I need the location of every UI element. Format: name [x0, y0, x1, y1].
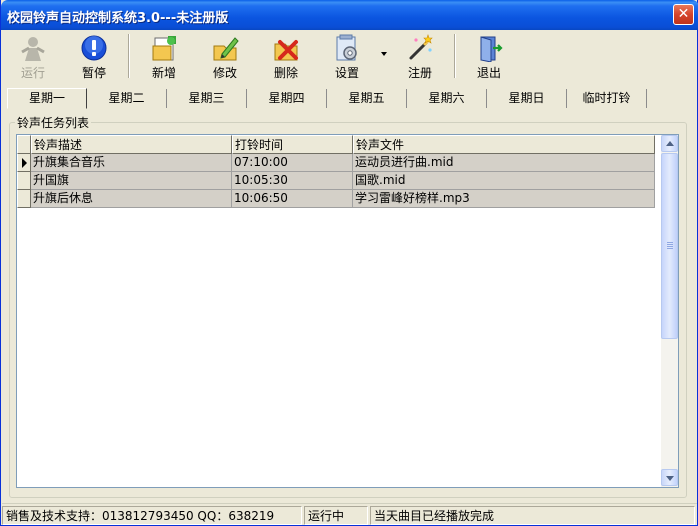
title-bar[interactable]: 校园铃声自动控制系统3.0---未注册版 ✕ [1, 0, 698, 30]
settings-button[interactable]: 设置 [319, 32, 375, 82]
exit-button[interactable]: 退出 [461, 32, 517, 82]
close-icon: ✕ [677, 6, 690, 22]
table-row[interactable]: 升旗集合音乐 07:10:00 运动员进行曲.mid [17, 154, 655, 172]
settings-dropdown-arrow-icon[interactable] [381, 52, 387, 56]
run-label: 运行 [20, 66, 45, 80]
toolbar: 运行 暂停 新增 修改 删除 设置 注册 退出 [2, 30, 697, 85]
window-title: 校园铃声自动控制系统3.0---未注册版 [7, 11, 229, 26]
pause-label: 暂停 [81, 66, 106, 80]
toolbar-separator [454, 34, 456, 78]
register-label: 注册 [407, 66, 432, 80]
cell-time[interactable]: 07:10:00 [232, 154, 353, 172]
weekday-tabs: 星期一 星期二 星期三 星期四 星期五 星期六 星期日 临时打铃 [7, 88, 697, 109]
chevron-up-icon [666, 141, 674, 146]
toolbar-separator [128, 34, 130, 78]
run-button[interactable]: 运行 [5, 32, 61, 82]
settings-label: 设置 [334, 66, 359, 80]
thumb-grip [667, 246, 673, 247]
tab-sunday[interactable]: 星期日 [487, 89, 567, 108]
tab-thursday[interactable]: 星期四 [247, 89, 327, 108]
register-button[interactable]: 注册 [392, 32, 448, 82]
tab-temporary-bell[interactable]: 临时打铃 [567, 89, 647, 108]
table-row[interactable]: 升旗后休息 10:06:50 学习雷峰好榜样.mp3 [17, 190, 655, 208]
tab-monday[interactable]: 星期一 [7, 88, 87, 109]
row-indicator [17, 190, 31, 208]
add-button[interactable]: 新增 [136, 32, 192, 82]
edit-icon [213, 37, 239, 61]
cell-file[interactable]: 国歌.mid [353, 172, 655, 190]
add-icon [152, 36, 176, 61]
settings-icon [336, 34, 357, 61]
scroll-thumb[interactable] [661, 153, 678, 339]
cell-description[interactable]: 升旗集合音乐 [31, 154, 232, 172]
tab-wednesday[interactable]: 星期三 [167, 89, 247, 108]
status-run-state: 运行中 [304, 506, 368, 525]
delete-button[interactable]: 删除 [258, 32, 314, 82]
status-support-info: 销售及技术支持：013812793450 QQ：638219 [2, 506, 302, 525]
tab-friday[interactable]: 星期五 [327, 89, 407, 108]
thumb-grip [667, 244, 673, 245]
row-indicator [17, 154, 31, 172]
column-header-file[interactable]: 铃声文件 [353, 135, 655, 154]
cell-file[interactable]: 学习雷峰好榜样.mp3 [353, 190, 655, 208]
pause-icon [81, 35, 107, 61]
delete-label: 删除 [273, 66, 298, 80]
tab-tuesday[interactable]: 星期二 [87, 89, 167, 108]
task-grid[interactable]: 铃声描述 打铃时间 铃声文件 升旗集合音乐 07:10:00 运动员进行曲.mi… [16, 134, 679, 488]
cell-file[interactable]: 运动员进行曲.mid [353, 154, 655, 172]
grid-header: 铃声描述 打铃时间 铃声文件 [17, 135, 655, 154]
thumb-grip [667, 248, 673, 249]
column-header-time[interactable]: 打铃时间 [232, 135, 353, 154]
scroll-up-button[interactable] [661, 135, 678, 152]
current-row-pointer-icon [22, 158, 27, 168]
table-row[interactable]: 升国旗 10:05:30 国歌.mid [17, 172, 655, 190]
scroll-down-button[interactable] [661, 469, 678, 486]
exit-icon [480, 36, 503, 62]
run-icon [21, 37, 45, 61]
edit-button[interactable]: 修改 [197, 32, 253, 82]
cell-description[interactable]: 升国旗 [31, 172, 232, 190]
add-label: 新增 [151, 66, 176, 80]
tab-saturday[interactable]: 星期六 [407, 89, 487, 108]
status-bar: 销售及技术支持：013812793450 QQ：638219 运行中 当天曲目已… [2, 503, 697, 525]
thumb-grip [667, 242, 673, 243]
delete-icon [274, 40, 298, 61]
cell-description[interactable]: 升旗后休息 [31, 190, 232, 208]
cell-time[interactable]: 10:06:50 [232, 190, 353, 208]
row-indicator [17, 172, 31, 190]
column-header-description[interactable]: 铃声描述 [31, 135, 232, 154]
exit-label: 退出 [476, 66, 501, 80]
cell-time[interactable]: 10:05:30 [232, 172, 353, 190]
task-list-title: 铃声任务列表 [15, 114, 92, 131]
register-icon [409, 34, 433, 60]
vertical-scrollbar[interactable] [661, 135, 678, 487]
header-indicator [17, 135, 31, 154]
pause-button[interactable]: 暂停 [66, 32, 122, 82]
main-window: 校园铃声自动控制系统3.0---未注册版 ✕ 运行 暂停 新增 修改 删除 设置… [0, 0, 698, 526]
chevron-down-icon [666, 476, 674, 481]
edit-label: 修改 [212, 66, 237, 80]
status-message: 当天曲目已经播放完成 [370, 506, 695, 525]
close-button[interactable]: ✕ [673, 4, 694, 25]
